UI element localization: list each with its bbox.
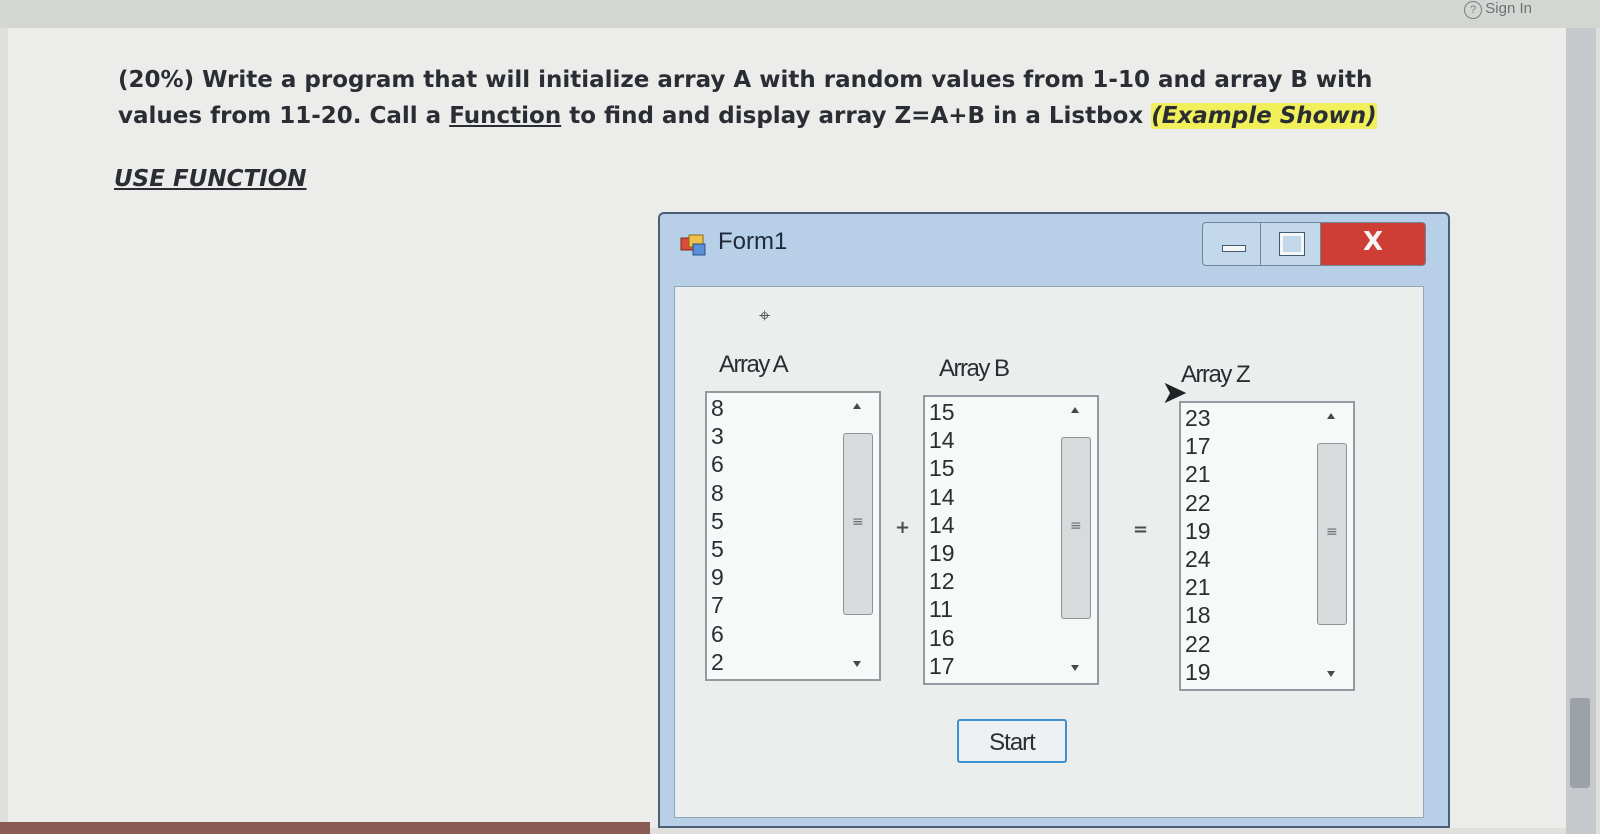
plus-sign: + <box>895 517 911 538</box>
array-b-label: Array B <box>939 355 1010 382</box>
browser-toolbar: ? Sign In <box>0 0 1600 28</box>
list-item[interactable]: 19 <box>1185 517 1305 545</box>
caption-buttons: X <box>1202 222 1426 266</box>
list-item[interactable]: 5 <box>711 507 831 535</box>
grip-icon: ≡ <box>1326 524 1338 540</box>
taskbar-strip <box>0 822 650 834</box>
close-button[interactable]: X <box>1320 222 1426 266</box>
list-item[interactable]: 19 <box>1185 658 1305 686</box>
list-item[interactable]: 6 <box>711 450 831 478</box>
array-z-scrollbar[interactable]: ≡ <box>1315 409 1349 681</box>
grip-icon: ≡ <box>1070 518 1082 534</box>
list-item[interactable]: 14 <box>929 483 1049 511</box>
list-item[interactable]: 23 <box>1185 404 1305 432</box>
list-item[interactable]: 11 <box>929 595 1049 623</box>
page-scrollbar[interactable] <box>1566 28 1596 834</box>
form-app-icon <box>680 234 706 256</box>
equals-sign: = <box>1133 519 1149 540</box>
list-item[interactable]: 22 <box>1185 489 1305 517</box>
list-item[interactable]: 15 <box>929 454 1049 482</box>
list-item[interactable]: 22 <box>1185 630 1305 658</box>
list-item[interactable]: 18 <box>1185 601 1305 629</box>
list-item[interactable]: 14 <box>929 511 1049 539</box>
list-item[interactable]: 3 <box>711 422 831 450</box>
scroll-down-icon[interactable] <box>853 661 861 667</box>
array-a-items: 8368559762 <box>711 394 831 676</box>
list-item[interactable]: 7 <box>711 591 831 619</box>
array-b-listbox[interactable]: 15 14 15 14 14 19 12 11 16 17 ≡ <box>923 395 1099 685</box>
scroll-up-icon[interactable] <box>853 403 861 409</box>
start-button[interactable]: Start <box>957 719 1067 763</box>
array-z-items: 23 17 21 22 19 24 21 18 22 19 <box>1185 404 1305 686</box>
array-a-label: Array A <box>719 351 789 378</box>
maximize-button[interactable] <box>1260 222 1322 266</box>
list-item[interactable]: 2 <box>711 648 831 676</box>
list-item[interactable]: 6 <box>711 620 831 648</box>
list-item[interactable]: 12 <box>929 567 1049 595</box>
list-item[interactable]: 15 <box>929 398 1049 426</box>
list-item[interactable]: 8 <box>711 479 831 507</box>
scroll-down-icon[interactable] <box>1327 671 1335 677</box>
form1-window: Form1 X ⌖ ➤ Array A 8368559762 ≡ + Array… <box>658 212 1450 828</box>
array-z-scroll-thumb[interactable]: ≡ <box>1317 443 1347 625</box>
list-item[interactable]: 14 <box>929 426 1049 454</box>
example-shown-highlight: (Example Shown) <box>1151 103 1377 129</box>
array-a-scrollbar[interactable]: ≡ <box>841 399 875 671</box>
array-b-scroll-thumb[interactable]: ≡ <box>1061 437 1091 619</box>
list-item[interactable]: 17 <box>1185 432 1305 460</box>
question-text-part2: to find and display array Z=A+B in a Lis… <box>561 103 1152 129</box>
form-client-area: ⌖ ➤ Array A 8368559762 ≡ + Array B 15 14 1… <box>674 286 1424 818</box>
scroll-up-icon[interactable] <box>1071 407 1079 413</box>
array-z-listbox[interactable]: 23 17 21 22 19 24 21 18 22 19 ≡ <box>1179 401 1355 691</box>
minimize-icon <box>1222 245 1246 252</box>
array-b-items: 15 14 15 14 14 19 12 11 16 17 <box>929 398 1049 680</box>
maximize-icon <box>1279 232 1305 256</box>
window-title: Form1 <box>718 228 788 255</box>
crosshair-cursor-icon: ⌖ <box>759 303 771 327</box>
list-item[interactable]: 24 <box>1185 545 1305 573</box>
scroll-up-icon[interactable] <box>1327 413 1335 419</box>
page-scrollbar-thumb[interactable] <box>1570 698 1590 788</box>
list-item[interactable]: 8 <box>711 394 831 422</box>
list-item[interactable]: 9 <box>711 563 831 591</box>
function-word: Function <box>449 103 562 129</box>
array-z-label: Array Z <box>1181 361 1251 388</box>
array-a-listbox[interactable]: 8368559762 ≡ <box>705 391 881 681</box>
sign-in-link[interactable]: Sign In <box>1485 0 1532 17</box>
array-a-scroll-thumb[interactable]: ≡ <box>843 433 873 615</box>
scroll-down-icon[interactable] <box>1071 665 1079 671</box>
close-icon: X <box>1362 227 1384 257</box>
use-function-instruction: USE FUNCTION <box>114 166 307 192</box>
list-item[interactable]: 19 <box>929 539 1049 567</box>
minimize-button[interactable] <box>1202 222 1262 266</box>
list-item[interactable]: 5 <box>711 535 831 563</box>
list-item[interactable]: 17 <box>929 652 1049 680</box>
question-text: (20%) Write a program that will initiali… <box>118 62 1418 134</box>
help-icon[interactable]: ? <box>1464 1 1482 19</box>
array-b-scrollbar[interactable]: ≡ <box>1059 403 1093 675</box>
list-item[interactable]: 16 <box>929 624 1049 652</box>
list-item[interactable]: 21 <box>1185 460 1305 488</box>
list-item[interactable]: 21 <box>1185 573 1305 601</box>
grip-icon: ≡ <box>852 514 864 530</box>
